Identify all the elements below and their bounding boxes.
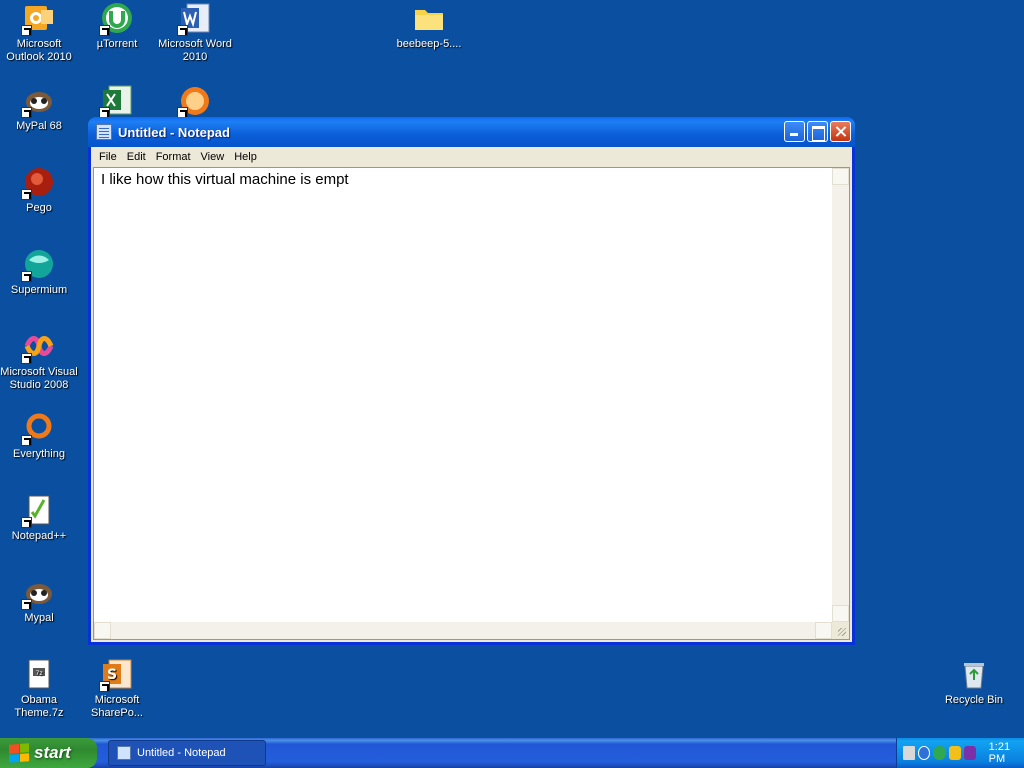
visual-studio-icon bbox=[21, 330, 55, 364]
keyboard-icon[interactable] bbox=[903, 746, 916, 760]
back-arrow-icon[interactable] bbox=[918, 746, 931, 760]
taskbar: start Untitled - Notepad 1:21 PM bbox=[0, 738, 1024, 768]
maximize-button[interactable] bbox=[807, 121, 828, 142]
system-tray: 1:21 PM bbox=[896, 738, 1024, 768]
horizontal-scrollbar[interactable] bbox=[94, 622, 832, 639]
windows-logo-icon bbox=[9, 743, 29, 763]
desktop-icon-label: Microsoft Outlook 2010 bbox=[6, 38, 72, 63]
scroll-right-button[interactable] bbox=[815, 622, 832, 639]
menu-file[interactable]: File bbox=[94, 151, 122, 163]
scroll-left-button[interactable] bbox=[94, 622, 111, 639]
mypal-icon bbox=[21, 84, 55, 118]
vertical-scrollbar[interactable] bbox=[832, 168, 849, 622]
desktop-icon-label: Supermium bbox=[10, 284, 68, 296]
menu-edit[interactable]: Edit bbox=[122, 151, 151, 163]
desktop-icon-label: Recycle Bin bbox=[944, 694, 1004, 706]
app-orange-icon bbox=[177, 84, 211, 118]
clock[interactable]: 1:21 PM bbox=[989, 741, 1024, 765]
desktop-icon-label: Microsoft Word 2010 bbox=[158, 38, 232, 63]
everything-icon bbox=[21, 412, 55, 446]
desktop-icon-label: Microsoft SharePo... bbox=[91, 694, 143, 719]
desktop-icon-mypal[interactable]: Mypal bbox=[0, 576, 78, 625]
desktop-icon-notepadpp[interactable]: Notepad++ bbox=[0, 494, 78, 543]
desktop-icon-label: Obama Theme.7z bbox=[14, 694, 64, 719]
resize-grip[interactable] bbox=[832, 622, 849, 639]
scroll-up-button[interactable] bbox=[832, 168, 849, 185]
desktop-icon-visual-studio[interactable]: Microsoft Visual Studio 2008 bbox=[0, 330, 78, 392]
notepad-window[interactable]: Untitled - Notepad File Edit Format View… bbox=[88, 117, 855, 645]
desktop-icon-pego[interactable]: Pego bbox=[0, 166, 78, 215]
desktop-icon-supermium[interactable]: Supermium bbox=[0, 248, 78, 297]
desktop-icon-word[interactable]: Microsoft Word 2010 bbox=[156, 2, 234, 64]
taskbar-item-label: Untitled - Notepad bbox=[137, 747, 226, 759]
recycle-bin-icon bbox=[958, 658, 990, 690]
start-label: start bbox=[34, 743, 71, 762]
svg-text:7z: 7z bbox=[36, 670, 43, 677]
desktop-icon-utorrent[interactable]: µTorrent bbox=[78, 2, 156, 51]
desktop-icon-label: Microsoft Visual Studio 2008 bbox=[0, 366, 78, 391]
desktop-icon-excel-partial[interactable] bbox=[78, 84, 156, 120]
onenote-icon[interactable] bbox=[963, 746, 976, 760]
desktop-icon-label: Everything bbox=[13, 448, 65, 460]
archive-file-icon: 7z bbox=[23, 658, 55, 690]
menu-view[interactable]: View bbox=[196, 151, 230, 163]
menu-bar: File Edit Format View Help bbox=[91, 147, 852, 167]
desktop-icon-label: Mypal bbox=[24, 612, 54, 624]
sharepoint-icon: S bbox=[99, 658, 133, 692]
mypal-icon bbox=[21, 576, 55, 610]
notepad-icon bbox=[117, 746, 131, 760]
desktop-icon-label: Pego bbox=[26, 202, 52, 214]
desktop-icon-sharepoint[interactable]: S Microsoft SharePo... bbox=[78, 658, 156, 720]
taskbar-item-notepad[interactable]: Untitled - Notepad bbox=[108, 740, 266, 766]
desktop-icon-label: Notepad++ bbox=[11, 530, 67, 542]
supermium-icon bbox=[21, 248, 55, 282]
warning-icon[interactable] bbox=[948, 746, 961, 760]
menu-help[interactable]: Help bbox=[229, 151, 262, 163]
desktop-icon-label: beebeep-5.... bbox=[396, 38, 462, 50]
window-title: Untitled - Notepad bbox=[118, 124, 230, 140]
text-editor[interactable]: I like how this virtual machine is empt bbox=[93, 167, 850, 640]
outlook-icon bbox=[21, 2, 55, 36]
close-button[interactable] bbox=[830, 121, 851, 142]
editor-text[interactable]: I like how this virtual machine is empt bbox=[101, 171, 349, 188]
desktop-icon-obama-theme[interactable]: 7z Obama Theme.7z bbox=[0, 658, 78, 720]
desktop-icon-recycle-bin[interactable]: Recycle Bin bbox=[935, 658, 1013, 707]
word-icon bbox=[177, 2, 211, 36]
start-button[interactable]: start bbox=[0, 738, 97, 768]
utorrent-icon bbox=[99, 2, 133, 36]
folder-icon bbox=[413, 2, 445, 34]
scroll-down-button[interactable] bbox=[832, 605, 849, 622]
excel-icon bbox=[99, 84, 133, 118]
desktop-icon-outlook[interactable]: Microsoft Outlook 2010 bbox=[0, 2, 78, 64]
utorrent-tray-icon[interactable] bbox=[933, 746, 946, 760]
desktop-icon-app-orange[interactable] bbox=[156, 84, 234, 120]
window-titlebar[interactable]: Untitled - Notepad bbox=[88, 117, 855, 147]
desktop-icon-mypal68[interactable]: MyPal 68 bbox=[0, 84, 78, 133]
pego-icon bbox=[21, 166, 55, 200]
desktop-icon-label: MyPal 68 bbox=[16, 120, 62, 132]
desktop-icon-beebeep[interactable]: beebeep-5.... bbox=[390, 2, 468, 51]
minimize-button[interactable] bbox=[784, 121, 805, 142]
desktop-icon-label: µTorrent bbox=[96, 38, 138, 50]
menu-format[interactable]: Format bbox=[151, 151, 196, 163]
notepad-icon bbox=[96, 124, 112, 140]
desktop-icon-everything[interactable]: Everything bbox=[0, 412, 78, 461]
notepadpp-icon bbox=[21, 494, 55, 528]
